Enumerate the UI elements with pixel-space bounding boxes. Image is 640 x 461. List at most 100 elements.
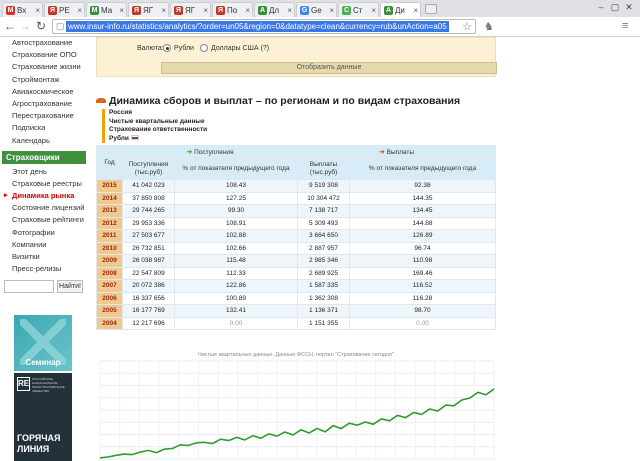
cell-receipts-pct: 108.43 bbox=[174, 179, 298, 193]
bookmark-star-icon[interactable]: ☆ bbox=[462, 20, 472, 33]
sidebar-item[interactable]: Фотографии bbox=[0, 227, 88, 239]
header-payouts[interactable]: Выплаты (тыс.руб) bbox=[297, 157, 350, 180]
radio-usd[interactable] bbox=[200, 44, 208, 52]
back-icon[interactable]: ← bbox=[3, 19, 17, 33]
close-tab-icon[interactable]: × bbox=[371, 6, 376, 15]
tab-label: Дл bbox=[269, 6, 280, 15]
cell-receipts: 16 337 656 bbox=[122, 291, 175, 305]
sidebar-item[interactable]: Страховые рейтинги bbox=[0, 214, 88, 226]
cell-receipts-pct: 102.88 bbox=[174, 229, 298, 243]
header-year[interactable]: Год bbox=[96, 145, 123, 180]
cell-year: 2008 bbox=[96, 266, 123, 280]
browser-tab[interactable]: M Ма × bbox=[86, 2, 127, 17]
tab-label: Ма bbox=[101, 6, 113, 15]
cell-payouts: 1 136 371 bbox=[297, 304, 350, 318]
address-bar[interactable]: ▢ www.insur-info.ru/statistics/analytics… bbox=[52, 19, 476, 34]
browser-tab[interactable]: A Дл × bbox=[254, 2, 295, 17]
ya-icon: Я bbox=[132, 6, 141, 15]
cell-year: 2009 bbox=[96, 254, 123, 268]
main-content: Валюта: Рубли Доллары США (?) Отобразить… bbox=[96, 37, 640, 461]
sidebar-item[interactable]: Состояние лицензий bbox=[0, 202, 88, 214]
page-info-icon[interactable]: ▢ bbox=[56, 21, 65, 32]
table-row: 2004 12 217 696 0.00 1 151 355 0.00 bbox=[96, 316, 496, 330]
hotline-banner-title: ГОРЯЧАЯ ЛИНИЯ bbox=[17, 433, 61, 454]
browser-tab[interactable]: C Ст × bbox=[338, 2, 379, 17]
sidebar-item[interactable]: Перестрахование bbox=[0, 110, 88, 122]
cell-payouts: 2 985 346 bbox=[297, 254, 350, 268]
sidebar-item[interactable]: Календарь bbox=[0, 135, 88, 147]
browser-toolbar: ← → ↻ ▢ www.insur-info.ru/statistics/ana… bbox=[0, 17, 640, 37]
cell-year: 2010 bbox=[96, 241, 123, 255]
search-button[interactable]: Найти! bbox=[57, 280, 83, 293]
cell-payouts: 5 309 493 bbox=[297, 216, 350, 230]
tab-label: ЯГ bbox=[185, 6, 196, 15]
sidebar: Автострахование Страхование ОПО Страховани… bbox=[0, 37, 88, 461]
header-receipts-pct[interactable]: % от показателя предыдущего года bbox=[174, 157, 298, 180]
header-payouts-pct[interactable]: % от показателя предыдущего года bbox=[349, 157, 496, 180]
close-tab-icon[interactable]: × bbox=[77, 6, 82, 15]
browser-tab[interactable]: Я По × bbox=[212, 2, 253, 17]
minimize-icon[interactable]: – bbox=[594, 2, 608, 12]
c-icon: C bbox=[342, 6, 351, 15]
sidebar-section-title[interactable]: Страховщики bbox=[2, 150, 86, 164]
header-receipts[interactable]: Поступления (тыс.руб) bbox=[122, 157, 175, 180]
doc-icon: A bbox=[258, 6, 267, 15]
sidebar-item[interactable]: Подписка bbox=[0, 122, 88, 134]
address-url[interactable]: www.insur-info.ru/statistics/analytics/?… bbox=[66, 21, 449, 32]
hotline-banner[interactable]: RE РОССИЙСКОЕ НАЦИОНАЛЬНОЕ ПЕРЕСТРАХОВОЧ… bbox=[14, 373, 72, 461]
sidebar-item[interactable]: Пресс-релизы bbox=[0, 263, 88, 275]
browser-tab[interactable]: Я РЕ × bbox=[44, 2, 85, 17]
sidebar-item[interactable]: Страхование жизни bbox=[0, 61, 88, 73]
cell-year: 2005 bbox=[96, 304, 123, 318]
sidebar-item[interactable]: Страховые реестры bbox=[0, 178, 88, 190]
browser-tab[interactable]: Я ЯГ × bbox=[128, 2, 169, 17]
extension-icon[interactable]: ♞ bbox=[484, 20, 494, 33]
new-tab-button[interactable] bbox=[425, 4, 437, 14]
show-data-button[interactable]: Отобразить данные bbox=[161, 62, 497, 74]
cell-year: 2004 bbox=[96, 316, 123, 330]
browser-tab[interactable]: Я ЯГ × bbox=[170, 2, 211, 17]
maximize-icon[interactable]: ▢ bbox=[608, 2, 622, 13]
sidebar-item[interactable]: Визитки bbox=[0, 251, 88, 263]
sidebar-item[interactable]: Автострахование bbox=[0, 37, 88, 49]
cell-payouts-pct: 92.38 bbox=[349, 179, 496, 193]
cell-payouts: 1 587 335 bbox=[297, 279, 350, 293]
sidebar-item[interactable]: Страхование ОПО bbox=[0, 49, 88, 61]
sidebar-item[interactable]: Авиакосмическое bbox=[0, 86, 88, 98]
table-row: 2015 41 042 023 108.43 9 519 308 92.38 bbox=[96, 179, 496, 193]
seminar-banner[interactable]: Семинар bbox=[14, 315, 72, 371]
close-tab-icon[interactable]: × bbox=[161, 6, 166, 15]
browser-tab[interactable]: A Ди × bbox=[380, 2, 421, 17]
browser-tab[interactable]: G Ge × bbox=[296, 2, 337, 17]
close-tab-icon[interactable]: × bbox=[413, 6, 418, 15]
tab-label: Вх bbox=[17, 6, 27, 15]
close-tab-icon[interactable]: × bbox=[35, 6, 40, 15]
forward-icon[interactable]: → bbox=[18, 19, 32, 33]
reload-icon[interactable]: ↻ bbox=[34, 19, 48, 33]
cell-payouts-pct: 116.52 bbox=[349, 279, 496, 293]
cell-receipts: 26 732 851 bbox=[122, 241, 175, 255]
sidebar-item[interactable]: Агрострахование bbox=[0, 98, 88, 110]
cell-year: 2012 bbox=[96, 216, 123, 230]
sidebar-item[interactable]: Этот день bbox=[0, 166, 88, 178]
close-tab-icon[interactable]: × bbox=[287, 6, 292, 15]
search-input[interactable] bbox=[4, 280, 54, 293]
ya-icon: Я bbox=[174, 6, 183, 15]
close-window-icon[interactable]: ✕ bbox=[622, 2, 636, 13]
menu-icon[interactable]: ≡ bbox=[622, 20, 628, 32]
hotline-banner-org: РОССИЙСКОЕ НАЦИОНАЛЬНОЕ ПЕРЕСТРАХОВОЧНОЕ… bbox=[32, 377, 65, 393]
close-tab-icon[interactable]: × bbox=[203, 6, 208, 15]
browser-tab[interactable]: M Вх × bbox=[2, 2, 43, 17]
close-tab-icon[interactable]: × bbox=[329, 6, 334, 15]
cell-receipts-pct: 122.86 bbox=[174, 279, 298, 293]
close-tab-icon[interactable]: × bbox=[119, 6, 124, 15]
rnpo-logo: RE bbox=[17, 377, 30, 391]
cell-receipts-pct: 127.25 bbox=[174, 191, 298, 205]
sidebar-item[interactable]: Строймонтаж bbox=[0, 74, 88, 86]
cell-receipts: 27 503 677 bbox=[122, 229, 175, 243]
cell-receipts: 22 547 809 bbox=[122, 266, 175, 280]
sidebar-item[interactable]: Компании bbox=[0, 239, 88, 251]
radio-rubles[interactable] bbox=[163, 44, 171, 52]
sidebar-item[interactable]: Динамика рынка bbox=[0, 190, 88, 202]
close-tab-icon[interactable]: × bbox=[245, 6, 250, 15]
